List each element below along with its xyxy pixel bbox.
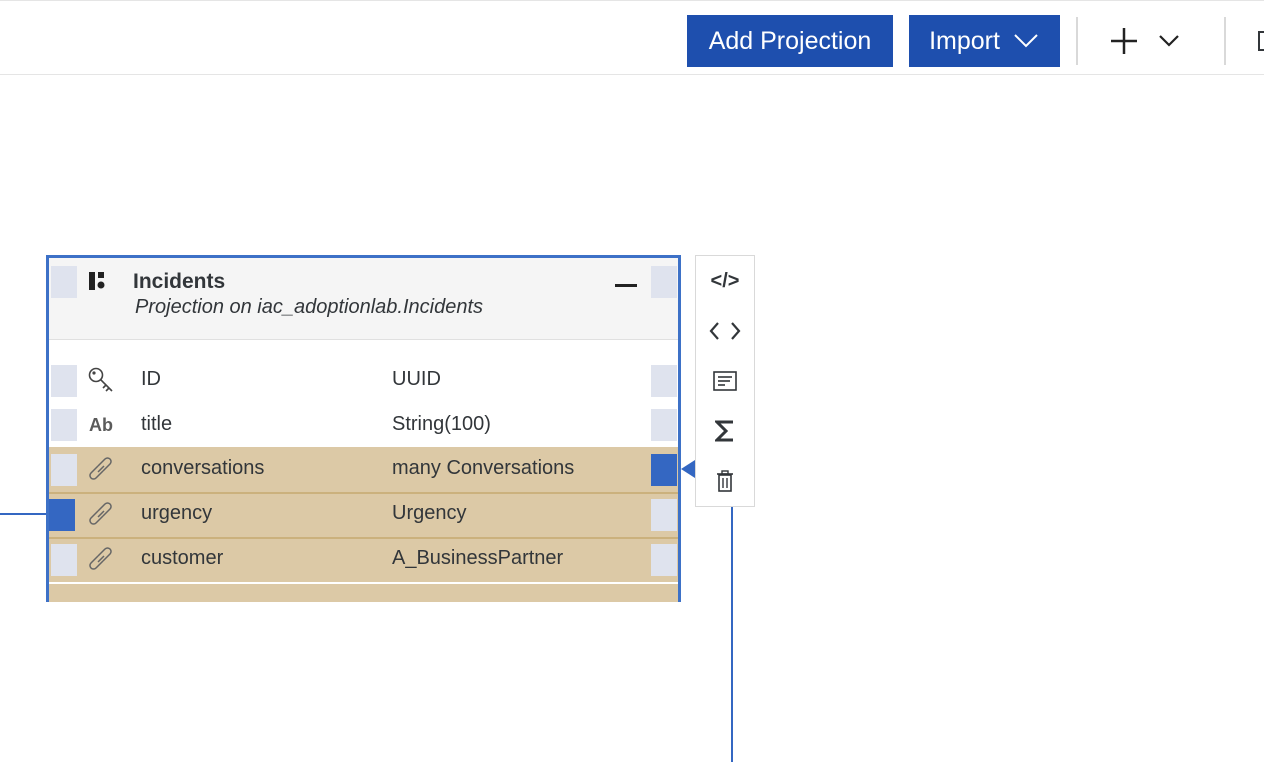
field-name: ID <box>141 368 161 390</box>
field-type: String(100) <box>392 413 491 435</box>
link-icon <box>87 500 115 528</box>
connection-port[interactable] <box>51 266 77 298</box>
field-name: conversations <box>141 457 265 479</box>
entity-subtitle: Projection on iac_adoptionlab.Incidents <box>135 296 484 318</box>
table-row[interactable]: urgency Urgency <box>49 492 678 537</box>
trash-icon <box>717 470 733 492</box>
table-row[interactable]: conversations many Conversations <box>49 447 678 492</box>
connection-port[interactable] <box>51 544 77 576</box>
show-cds-code-button[interactable]: </> <box>696 261 754 301</box>
key-icon <box>87 366 115 394</box>
minus-icon <box>615 284 637 287</box>
connection-port[interactable] <box>51 365 77 397</box>
entity-title: Incidents <box>133 270 226 293</box>
import-dropdown-button[interactable]: Import <box>909 15 1060 67</box>
entity-action-toolbar: </> <box>695 255 755 507</box>
add-projection-button[interactable]: Add Projection <box>687 15 893 67</box>
text-document-icon <box>713 371 737 391</box>
import-label: Import <box>929 26 1000 55</box>
field-name: title <box>141 413 173 435</box>
edit-code-button[interactable] <box>696 311 754 351</box>
link-icon <box>87 545 115 573</box>
association-connector-line <box>731 507 733 762</box>
connection-port[interactable] <box>651 409 677 441</box>
code-tag-icon: </> <box>710 269 740 292</box>
field-name: customer <box>141 547 224 569</box>
connection-port[interactable] <box>651 365 677 397</box>
field-type: Urgency <box>392 502 467 524</box>
field-type: UUID <box>392 368 441 390</box>
entity-footer <box>49 584 678 602</box>
toolbar-divider <box>1224 17 1226 65</box>
field-type: many Conversations <box>392 457 575 479</box>
add-menu-button[interactable] <box>1110 21 1200 61</box>
table-row[interactable]: customer A_BusinessPartner <box>49 537 678 582</box>
connection-port-active[interactable] <box>49 499 75 531</box>
field-type: A_BusinessPartner <box>392 547 564 569</box>
toolbar-overflow-icon[interactable] <box>1258 31 1264 51</box>
ab-text-icon: Ab <box>87 411 115 439</box>
connection-port[interactable] <box>51 454 77 486</box>
connection-port[interactable] <box>651 499 677 531</box>
sigma-icon <box>715 420 733 442</box>
ab-icon-text: Ab <box>89 414 113 435</box>
code-brackets-icon <box>709 322 741 340</box>
table-row[interactable]: Ab title String(100) <box>49 403 678 448</box>
toolbar-divider <box>1076 17 1078 65</box>
link-icon <box>87 455 115 483</box>
table-row[interactable]: ID UUID <box>49 358 678 403</box>
collapse-button[interactable] <box>609 272 643 298</box>
aggregation-button[interactable] <box>696 411 754 451</box>
connection-port[interactable] <box>51 409 77 441</box>
connector-arrow-icon <box>681 460 695 478</box>
association-connector-line <box>0 513 48 515</box>
top-toolbar: Add Projection Import <box>0 0 1264 75</box>
annotations-button[interactable] <box>696 361 754 401</box>
connection-port[interactable] <box>651 266 677 298</box>
entity-header[interactable]: Incidents Projection on iac_adoptionlab.… <box>49 258 678 340</box>
connection-port-active[interactable] <box>651 454 677 486</box>
entity-incidents[interactable]: Incidents Projection on iac_adoptionlab.… <box>46 255 681 602</box>
projection-icon <box>89 272 105 290</box>
delete-button[interactable] <box>696 461 754 501</box>
plus-icon <box>1111 28 1137 54</box>
connection-port[interactable] <box>651 544 677 576</box>
chevron-down-icon <box>1014 34 1038 48</box>
field-name: urgency <box>141 502 213 524</box>
chevron-down-icon <box>1159 35 1179 47</box>
